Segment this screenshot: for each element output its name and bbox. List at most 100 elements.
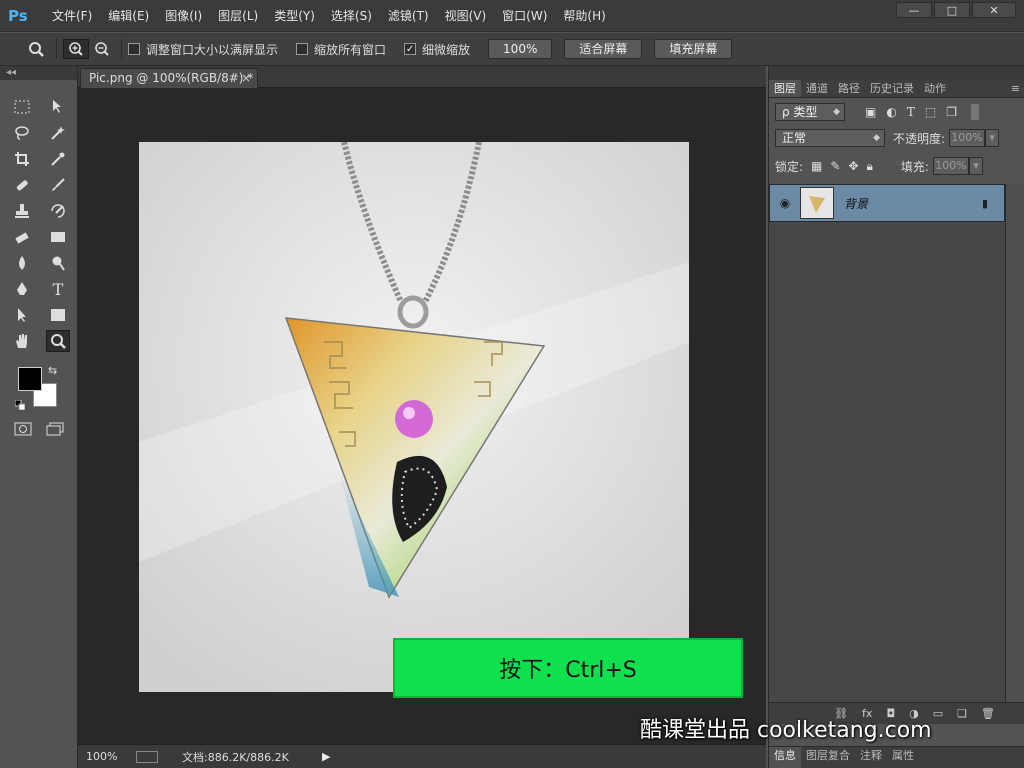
shortcut-hint-text: 按下：Ctrl+S [499,658,637,683]
checkbox-box[interactable] [296,43,309,55]
blur-tool-icon[interactable] [10,252,34,274]
document-size: 文档:886.2K/886.2K [182,750,289,764]
menu-select[interactable]: 选择(S) [323,0,380,32]
filter-toggle[interactable] [970,104,979,120]
tab-paths[interactable]: 路径 [833,80,865,97]
document-tab[interactable]: Pic.png @ 100%(RGB/8#) * × [80,68,258,88]
eyedropper-tool-icon[interactable] [46,148,70,170]
lasso-tool-icon[interactable] [10,122,34,144]
fill-dropdown-icon[interactable]: ▾ [968,157,983,175]
close-tab-icon[interactable]: × [241,69,251,87]
type-filter-icon[interactable]: T [907,105,915,119]
tab-history[interactable]: 历史记录 [865,80,919,97]
scrubby-zoom-label: 细微缩放 [422,42,471,57]
menu-edit[interactable]: 编辑(E) [100,0,157,32]
blend-row: 正常 ◆ 不透明度: 100% ▾ [775,128,1011,148]
fit-screen-button[interactable]: 适合屏幕 [564,39,643,59]
rectangle-tool-icon[interactable] [46,304,70,326]
healing-brush-tool-icon[interactable] [10,174,34,196]
adjustment-filter-icon[interactable]: ◐ [886,105,896,119]
delete-layer-icon[interactable]: 🗑︎ [981,703,995,725]
blend-mode-value: 正常 [782,131,807,145]
tab-layers[interactable]: 图层 [769,80,801,97]
opacity-dropdown-icon[interactable]: ▾ [985,129,1000,147]
lock-all-icon[interactable]: 🔒︎ [867,159,873,174]
lock-transparent-icon[interactable]: ▦ [811,159,822,173]
pixel-filter-icon[interactable]: ▣ [865,105,876,119]
path-selection-tool-icon[interactable] [10,304,34,326]
gradient-tool-icon[interactable] [46,226,70,248]
menu-view[interactable]: 视图(V) [437,0,495,32]
panel-dock-header[interactable] [769,66,1024,80]
layer-name[interactable]: 背景 [844,195,982,212]
tab-info[interactable]: 信息 [769,747,801,768]
history-brush-tool-icon[interactable] [46,200,70,222]
crop-tool-icon[interactable] [10,148,34,170]
checkbox-box[interactable] [128,43,140,55]
tab-channels[interactable]: 通道 [801,80,833,97]
checkbox-box-checked[interactable]: ✓ [404,43,417,55]
menu-file[interactable]: 文件(F) [44,0,100,32]
tab-actions[interactable]: 动作 [919,80,951,97]
chevron-down-icon: ◆ [873,133,880,143]
swap-colors-icon[interactable]: ⇆ [48,364,57,377]
lock-position-icon[interactable]: ✥ [848,159,858,173]
brush-tool-icon[interactable] [46,174,70,196]
marquee-tool-icon[interactable] [10,96,34,118]
tools-panel-header[interactable]: ◂◂ [0,66,77,80]
menu-layer[interactable]: 图层(L) [210,0,266,32]
zoom-all-windows-checkbox[interactable]: 缩放所有窗口 [296,41,386,58]
visibility-eye-icon[interactable]: ◉ [770,196,800,210]
panel-menu-icon[interactable]: ≡ [1006,80,1024,97]
menu-help[interactable]: 帮助(H) [555,0,613,32]
default-colors-icon[interactable] [14,399,26,411]
clone-stamp-tool-icon[interactable] [10,200,34,222]
zoom-tool-icon[interactable] [46,330,70,352]
smart-object-filter-icon[interactable]: ❐ [946,105,957,119]
fill-field[interactable]: 100% [932,157,969,175]
close-button[interactable]: ✕ [972,2,1016,18]
hand-tool-icon[interactable] [10,330,34,352]
status-menu-arrow-icon[interactable]: ▶ [322,750,330,763]
foreground-color-swatch[interactable] [18,367,42,391]
layer-kind-filter[interactable]: ρ 类型 ◆ [775,103,845,121]
lock-pixels-icon[interactable]: ✎ [830,159,840,173]
opacity-field[interactable]: 100% [949,129,986,147]
tab-properties[interactable]: 属性 [887,747,919,768]
magic-wand-tool-icon[interactable] [46,122,70,144]
zoom-out-icon[interactable] [89,39,115,59]
minimize-button[interactable]: — [896,2,932,18]
menu-filter[interactable]: 滤镜(T) [380,0,437,32]
quick-mask-icon[interactable] [14,422,32,439]
type-tool-icon[interactable]: T [46,278,70,300]
menu-list: 文件(F) 编辑(E) 图像(I) 图层(L) 类型(Y) 选择(S) 滤镜(T… [44,0,614,32]
layer-list-scrollbar[interactable] [1005,184,1024,704]
scrubby-zoom-checkbox[interactable]: ✓ 细微缩放 [404,41,470,58]
tab-layer-comps[interactable]: 图层复合 [801,747,855,768]
actual-pixels-button[interactable]: 100% [488,39,553,59]
move-tool-icon[interactable] [46,96,70,118]
layers-panel-dock: 图层 通道 路径 历史记录 动作 ≡ ρ 类型 ◆ ▣ ◐ T ⬚ ❐ 正常 ◆… [768,66,1024,768]
zoom-tool-preset-icon[interactable] [24,39,50,59]
shape-filter-icon[interactable]: ⬚ [925,105,936,119]
resize-windows-label: 调整窗口大小以满屏显示 [146,42,279,57]
zoom-level[interactable]: 100% [86,750,136,763]
fill-screen-button[interactable]: 填充屏幕 [654,39,733,59]
dodge-tool-icon[interactable] [46,252,70,274]
new-layer-icon[interactable]: ❏ [957,703,967,725]
layer-row-background[interactable]: ◉ 背景 ▮ [769,184,1005,222]
pen-tool-icon[interactable] [10,278,34,300]
tool-grid: T [10,94,70,354]
menu-window[interactable]: 窗口(W) [494,0,555,32]
eraser-tool-icon[interactable] [10,226,34,248]
menu-image[interactable]: 图像(I) [157,0,210,32]
zoom-in-icon[interactable] [63,39,89,59]
maximize-button[interactable]: □ [934,2,970,18]
menu-type[interactable]: 类型(Y) [266,0,323,32]
resize-windows-checkbox[interactable]: 调整窗口大小以满屏显示 [128,41,278,58]
new-group-icon[interactable]: ▭ [933,703,943,725]
blend-mode-select[interactable]: 正常 ◆ [775,129,885,147]
tab-notes[interactable]: 注释 [855,747,887,768]
screen-mode-icon[interactable] [46,422,64,439]
canvas-image[interactable] [139,142,689,692]
